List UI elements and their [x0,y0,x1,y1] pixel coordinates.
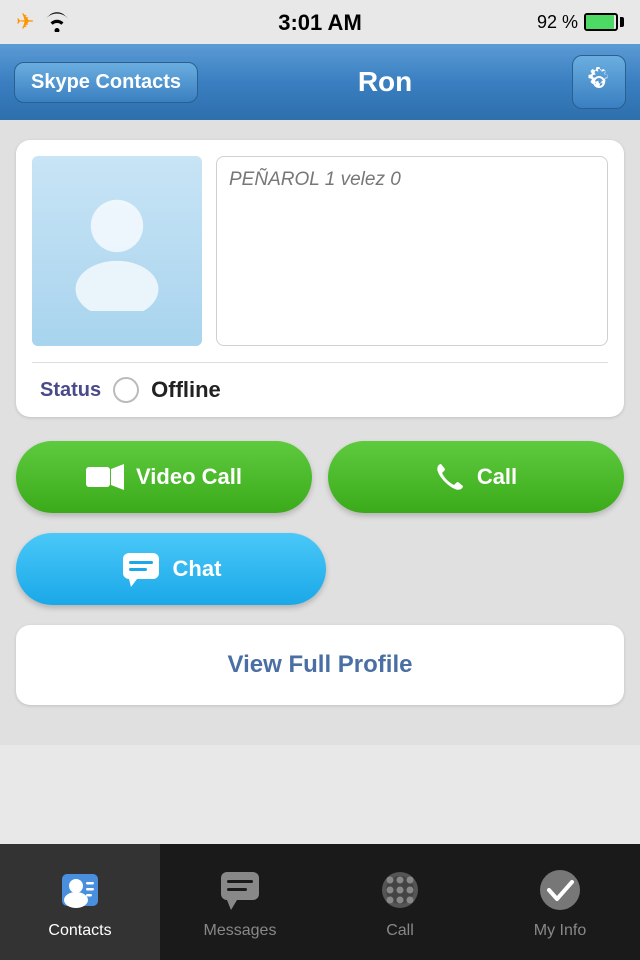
status-label: Status [40,379,101,402]
settings-button[interactable] [572,55,626,109]
tab-contacts[interactable]: Contacts [0,844,160,960]
tab-bar: Contacts Messages [0,844,640,960]
view-full-profile-button[interactable]: View Full Profile [16,625,624,705]
battery-icon [584,13,624,31]
phone-icon [435,462,465,492]
status-icons-left: ✈ [16,9,70,35]
status-message: PEÑAROL 1 velez 0 [229,169,401,191]
video-call-label: Video Call [136,464,242,490]
status-message-box: PEÑAROL 1 velez 0 [216,156,608,346]
status-row: Status Offline [16,363,624,417]
call-button[interactable]: Call [328,441,624,513]
main-content: PEÑAROL 1 velez 0 Status Offline Video C… [0,120,640,745]
airplane-icon: ✈ [16,9,34,35]
messages-icon-area [214,864,266,916]
chat-icon [121,551,161,587]
myinfo-icon [538,868,582,912]
video-camera-icon [86,463,124,491]
tab-messages[interactable]: Messages [160,844,320,960]
skype-contacts-button[interactable]: Skype Contacts [14,62,198,103]
call-tab-label: Call [386,922,414,940]
call-label: Call [477,464,517,490]
status-indicator [113,377,139,403]
avatar [32,156,202,346]
chat-label: Chat [173,556,222,582]
myinfo-icon-area [534,864,586,916]
status-right: 92 % [537,12,624,33]
call-buttons-row: Video Call Call [16,441,624,513]
view-profile-label: View Full Profile [228,651,413,679]
avatar-person-icon [62,191,172,311]
call-tab-icon [380,870,420,910]
header: Skype Contacts Ron [0,44,640,120]
messages-icon [219,870,261,910]
video-call-button[interactable]: Video Call [16,441,312,513]
status-value: Offline [151,377,221,403]
tab-myinfo[interactable]: My Info [480,844,640,960]
profile-top: PEÑAROL 1 velez 0 [16,140,624,362]
tab-call[interactable]: Call [320,844,480,960]
wifi-icon [44,12,70,32]
contacts-icon-area [54,864,106,916]
messages-tab-label: Messages [204,922,277,940]
battery-percent: 92 % [537,12,578,33]
page-title: Ron [198,66,572,98]
status-bar: ✈ 3:01 AM 92 % [0,0,640,44]
contacts-icon [58,868,102,912]
contacts-tab-label: Contacts [48,922,111,940]
chat-button[interactable]: Chat [16,533,326,605]
myinfo-tab-label: My Info [534,922,586,940]
profile-card: PEÑAROL 1 velez 0 Status Offline [16,140,624,417]
call-icon-area [374,864,426,916]
status-time: 3:01 AM [278,10,362,36]
gear-icon [582,65,616,99]
